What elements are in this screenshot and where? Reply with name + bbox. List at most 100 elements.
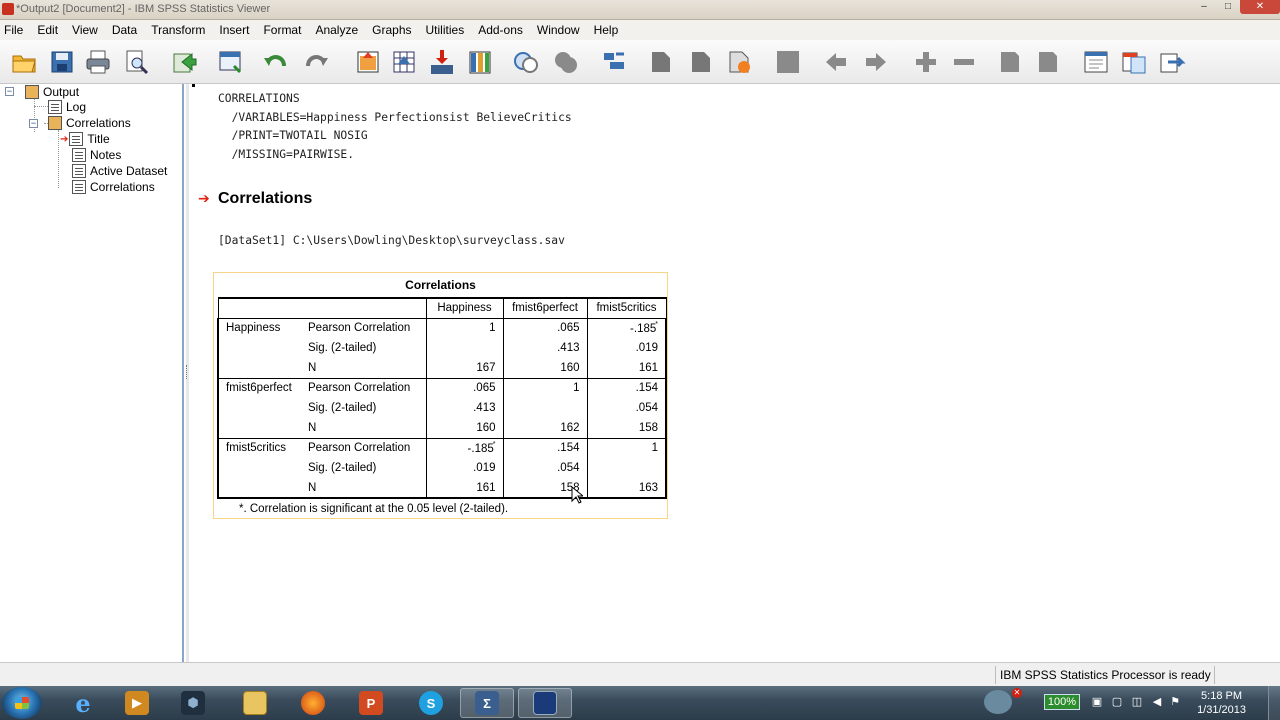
action-center-icon[interactable]: ⚑ (1168, 695, 1182, 709)
tree-item-correlations-table[interactable]: Correlations (72, 179, 155, 195)
menu-view[interactable]: View (65, 23, 105, 37)
spss-viewer-icon[interactable] (518, 688, 572, 718)
syntax-log[interactable]: CORRELATIONS /VARIABLES=Happiness Perfec… (218, 90, 572, 165)
internet-explorer-icon[interactable]: e (56, 688, 110, 718)
menu-edit[interactable]: Edit (30, 23, 65, 37)
window-title: *Output2 [Document2] - IBM SPSS Statisti… (16, 3, 271, 15)
tree-item-output[interactable]: Output (25, 84, 79, 100)
save-icon[interactable] (48, 48, 76, 76)
paste-icon[interactable] (1158, 48, 1186, 76)
copy-icon[interactable] (1120, 48, 1148, 76)
goto-data-icon[interactable] (354, 48, 382, 76)
menu-data[interactable]: Data (105, 23, 144, 37)
collapse-toggle-output[interactable]: − (5, 87, 14, 96)
section-title[interactable]: Correlations (218, 190, 312, 208)
tree-item-correlations[interactable]: Correlations (48, 115, 131, 131)
insert-heading-icon[interactable] (774, 48, 802, 76)
row-group-label: Happiness (217, 317, 301, 338)
splitter-grip[interactable] (186, 365, 189, 379)
close-button[interactable]: ✕ (1240, 0, 1280, 14)
firefox-icon[interactable] (286, 688, 340, 718)
table-cell: 160 (502, 358, 587, 378)
table-cell: .065 (426, 377, 503, 398)
cell-value: .154 (557, 442, 580, 455)
expand-icon[interactable] (648, 48, 676, 76)
export-icon[interactable] (170, 48, 198, 76)
add-icon[interactable] (912, 48, 940, 76)
redo-icon[interactable] (302, 48, 330, 76)
table-cell (426, 338, 503, 358)
demote-icon[interactable] (726, 48, 754, 76)
show-icon[interactable] (552, 48, 580, 76)
variables-icon[interactable] (466, 48, 494, 76)
collapse-toggle-correlations[interactable]: − (29, 119, 38, 128)
cell-value: 160 (476, 421, 496, 434)
menu-format[interactable]: Format (256, 23, 308, 37)
tree-label-output: Output (43, 85, 80, 99)
remove-icon[interactable] (950, 48, 978, 76)
cell-value: .154 (635, 382, 658, 395)
column-header: fmist5critics (586, 297, 667, 319)
open-icon[interactable] (10, 48, 38, 76)
promote-icon[interactable] (688, 48, 716, 76)
spss-statistics-icon[interactable]: Σ (460, 688, 514, 718)
battery-indicator[interactable]: 100% (1044, 694, 1080, 710)
cell-value: 161 (476, 481, 496, 494)
table-row: fmist5critics Pearson Correlation -.185* .1… (217, 437, 667, 458)
corner-header (217, 297, 427, 319)
system-tray: ✕ 100% ▣ ▢ ◫ ◀ ⚑ 5:18 PM 1/31/2013 (980, 686, 1280, 720)
tree-item-notes[interactable]: Notes (72, 147, 121, 163)
correlations-pivot-table[interactable]: Correlations Happiness fmist6perfect fmi… (213, 272, 668, 519)
active-dataset-text[interactable]: [DataSet1] C:\Users\Dowling\Desktop\surv… (218, 234, 565, 247)
show-desktop-button[interactable] (1268, 686, 1280, 720)
media-player-icon[interactable]: ▶ (110, 688, 164, 718)
apps-icon[interactable]: ⬢ (166, 688, 220, 718)
start-button[interactable] (2, 687, 42, 719)
menu-file[interactable]: File (0, 23, 30, 37)
monitor-icon[interactable]: ◫ (1130, 695, 1144, 709)
menu-add-ons[interactable]: Add-ons (471, 23, 530, 37)
forward-icon[interactable] (862, 48, 890, 76)
hide-icon[interactable] (600, 48, 628, 76)
menu-graphs[interactable]: Graphs (365, 23, 418, 37)
alert-icon[interactable]: ✕ (1012, 688, 1022, 698)
statistic-label: Pearson Correlation (301, 317, 427, 338)
collapse-icon[interactable] (996, 48, 1024, 76)
menu-window[interactable]: Window (530, 23, 587, 37)
menu-transform[interactable]: Transform (144, 23, 212, 37)
menu-help[interactable]: Help (587, 23, 626, 37)
goto-variable-icon[interactable] (428, 48, 456, 76)
recall-dialog-icon[interactable] (216, 48, 244, 76)
minimize-button[interactable]: – (1192, 0, 1216, 14)
select-output-icon[interactable] (512, 48, 540, 76)
windows-taskbar: e ▶ ⬢ P S Σ ✕ 100% ▣ ▢ ◫ ◀ ⚑ 5:18 PM 1/3… (0, 686, 1280, 720)
table-cell: .154 (586, 377, 667, 398)
status-cell-empty (1214, 666, 1274, 684)
connect-icon[interactable]: ▣ (1090, 695, 1104, 709)
menu-utilities[interactable]: Utilities (419, 23, 472, 37)
chat-icon[interactable]: ▢ (1110, 695, 1124, 709)
back-icon[interactable] (822, 48, 850, 76)
undo-icon[interactable] (262, 48, 290, 76)
cell-value: .413 (557, 342, 580, 354)
network-icon[interactable] (984, 690, 1012, 714)
tree-item-title[interactable]: ➔ Title (60, 131, 110, 147)
expand-all-icon[interactable] (1034, 48, 1062, 76)
tree-item-log[interactable]: Log (48, 99, 86, 115)
window-controls: – □ ✕ (1192, 0, 1280, 18)
skype-icon[interactable]: S (404, 688, 458, 718)
cell-value: 1 (573, 382, 580, 395)
maximize-button[interactable]: □ (1216, 0, 1240, 14)
file-explorer-icon[interactable] (228, 688, 282, 718)
menu-analyze[interactable]: Analyze (308, 23, 365, 37)
powerpoint-icon[interactable]: P (344, 688, 398, 718)
tree-item-active-dataset[interactable]: Active Dataset (72, 163, 167, 179)
volume-icon[interactable]: ◀ (1150, 695, 1164, 709)
designate-window-icon[interactable] (1082, 48, 1110, 76)
print-preview-icon[interactable] (122, 48, 150, 76)
spss-viewer-window: *Output2 [Document2] - IBM SPSS Statisti… (0, 0, 1280, 720)
system-clock[interactable]: 5:18 PM 1/31/2013 (1197, 689, 1246, 717)
print-icon[interactable] (84, 48, 112, 76)
menu-insert[interactable]: Insert (212, 23, 256, 37)
goto-case-icon[interactable] (390, 48, 418, 76)
